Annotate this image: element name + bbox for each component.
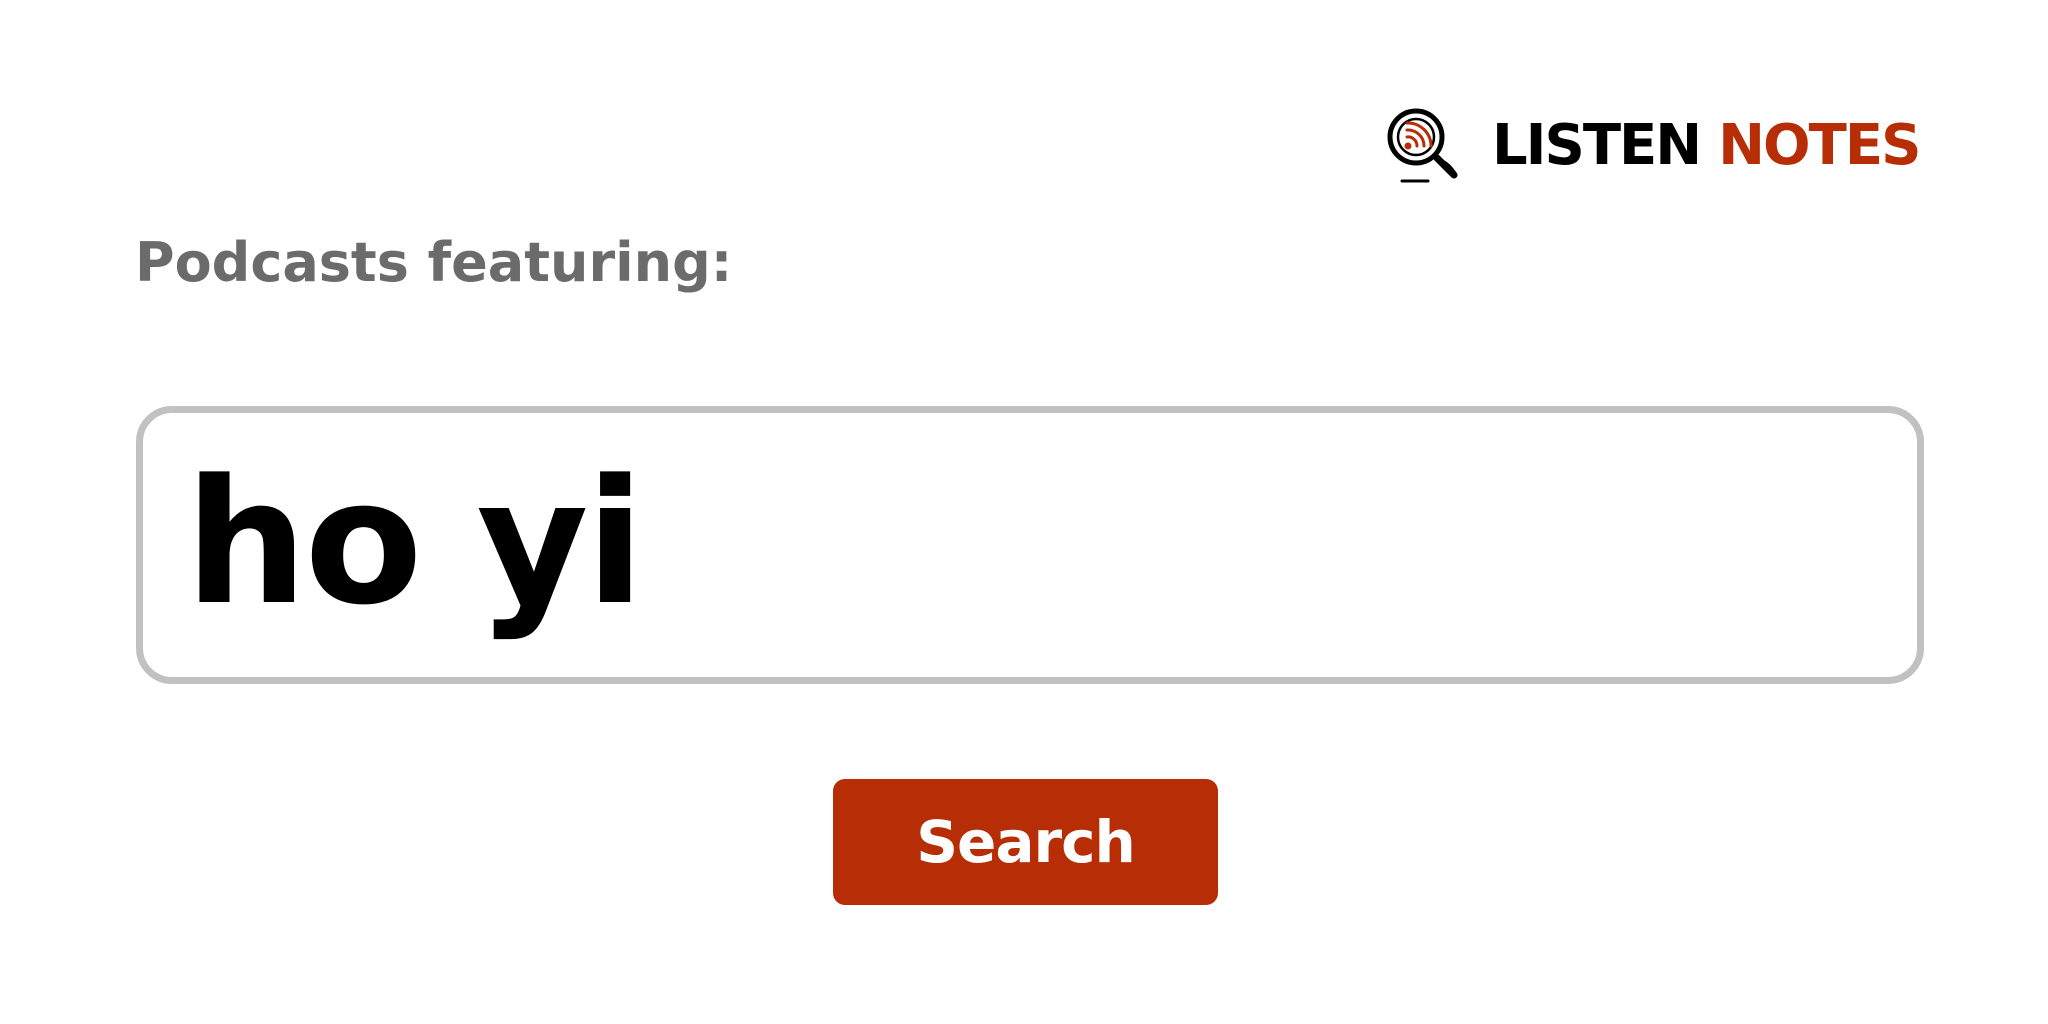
brand-name: LISTEN NOTES xyxy=(1492,118,1921,174)
search-button[interactable]: Search xyxy=(833,779,1218,905)
podcast-search-icon xyxy=(1387,108,1458,183)
search-input-value[interactable]: ho yi xyxy=(185,457,645,629)
brand-logo[interactable]: LISTEN NOTES xyxy=(1384,106,1921,186)
page: LISTEN NOTES Podcasts featuring: ho yi Se… xyxy=(0,0,2048,1024)
brand-name-listen: LISTEN xyxy=(1492,113,1702,178)
search-input[interactable]: ho yi xyxy=(136,406,1924,684)
page-heading: Podcasts featuring: xyxy=(135,231,733,294)
brand-name-notes: NOTES xyxy=(1718,113,1921,178)
